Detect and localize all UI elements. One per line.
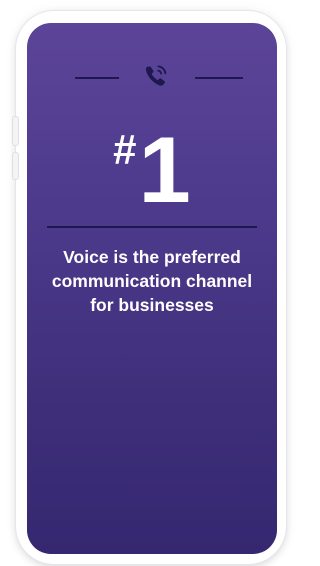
divider-top-right xyxy=(195,77,243,79)
stat-description: Voice is the preferred communication cha… xyxy=(51,247,253,315)
phone-side-button-upper xyxy=(12,116,19,146)
rank-stat: #1 xyxy=(27,123,277,217)
phone-screen: #1 Voice is the preferred communication … xyxy=(27,23,277,554)
phone-side-button-lower xyxy=(12,152,19,180)
rank-hash: # xyxy=(113,126,137,173)
rank-number: 1 xyxy=(138,117,191,222)
divider-middle xyxy=(47,226,257,228)
phone-calling-icon xyxy=(145,65,167,86)
divider-top-left xyxy=(75,77,119,79)
